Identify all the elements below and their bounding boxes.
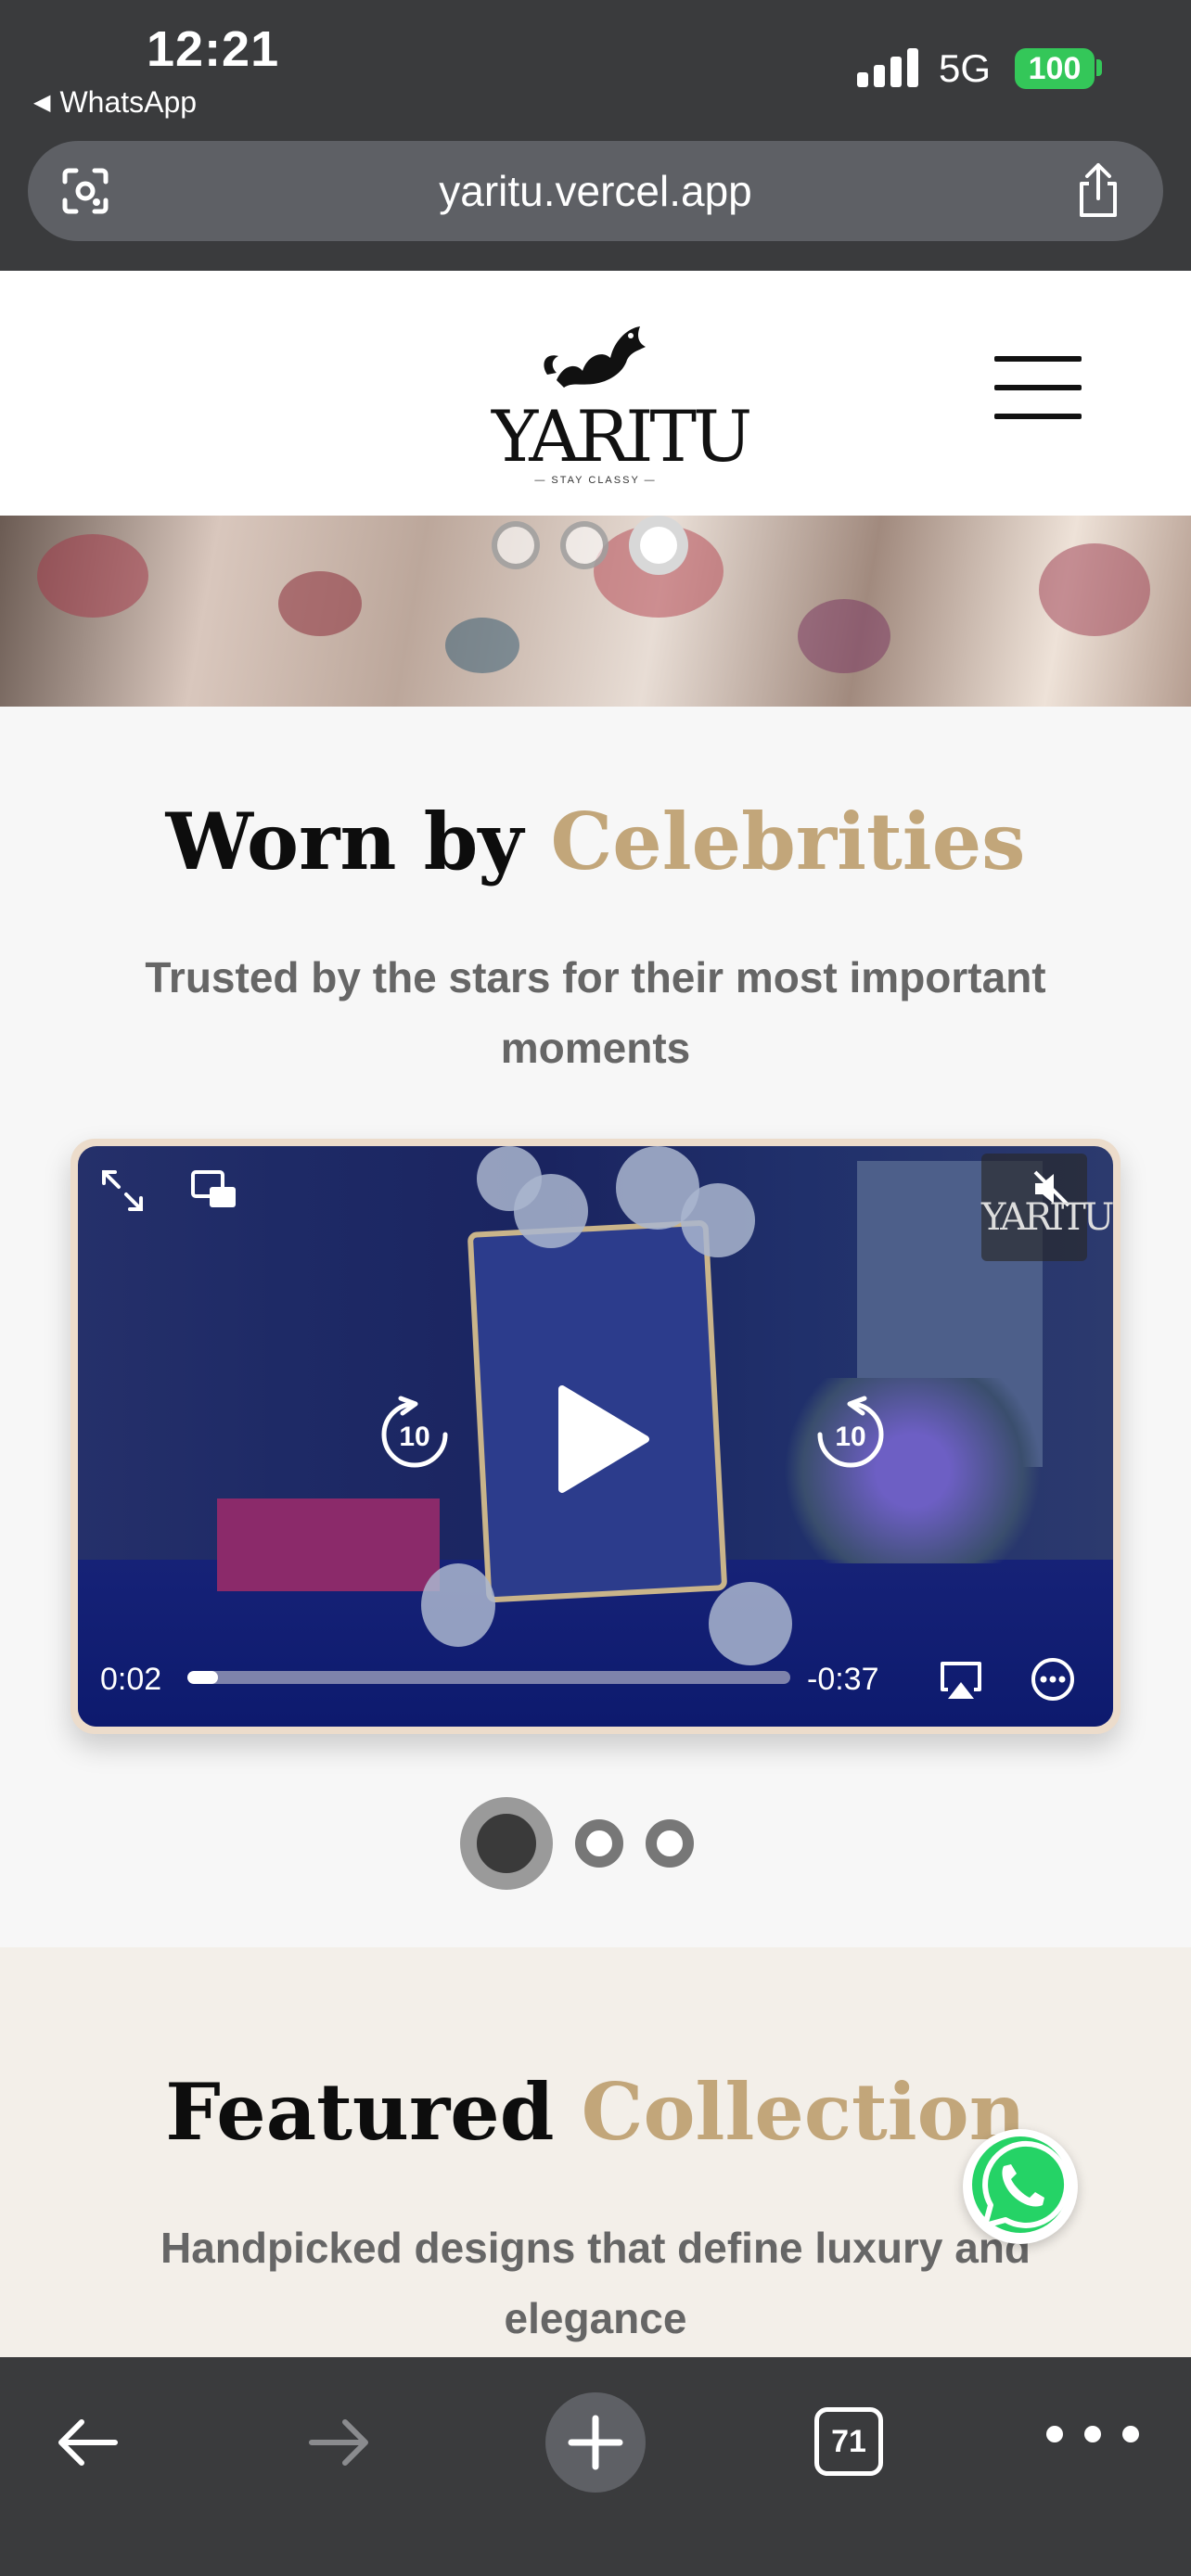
featured-subtitle: Handpicked designs that define luxury an… — [160, 2224, 1031, 2342]
skip-back-seconds: 10 — [399, 1422, 429, 1452]
url-text: yaritu.vercel.app — [439, 167, 752, 215]
status-bar: 12:21 ◀ WhatsApp 5G 100 yaritu.vercel.ap… — [0, 0, 1191, 271]
video-watermark: YARITU — [981, 1196, 1113, 1239]
celebrity-video-card: YARITU 10 10 0:02 -0:37 — [70, 1139, 1121, 1734]
status-time: 12:21 — [147, 21, 280, 77]
video-dot-3[interactable] — [646, 1819, 694, 1868]
mute-button[interactable]: YARITU — [981, 1154, 1113, 1261]
celebrities-title-accent: Celebrities — [550, 796, 1026, 887]
menu-hamburger-icon[interactable] — [994, 356, 1082, 419]
battery-nub — [1096, 59, 1102, 76]
video-progress-fill — [187, 1671, 218, 1684]
more-options-icon[interactable] — [1030, 1656, 1076, 1702]
celebrities-title-main: Worn by — [165, 796, 551, 887]
skip-forward-seconds: 10 — [835, 1422, 865, 1452]
featured-title-main: Featured — [165, 2066, 582, 2158]
back-triangle-icon: ◀ — [33, 90, 51, 115]
play-icon[interactable] — [549, 1384, 651, 1495]
celebrity-video-player[interactable]: YARITU 10 10 0:02 -0:37 — [78, 1146, 1113, 1727]
new-tab-button[interactable] — [545, 2392, 646, 2493]
hero-carousel-dots — [492, 516, 688, 575]
back-to-app-link[interactable]: ◀ WhatsApp — [33, 85, 197, 120]
celebrities-title: Worn by Celebrities — [0, 796, 1191, 887]
whatsapp-chat-button[interactable] — [963, 2129, 1078, 2244]
video-progress-bar[interactable] — [187, 1671, 790, 1684]
video-remaining-time: -0:37 — [807, 1662, 879, 1697]
hero-dot-1[interactable] — [492, 521, 540, 569]
skip-forward-icon[interactable]: 10 — [811, 1395, 890, 1474]
plus-icon — [568, 2415, 623, 2470]
battery-icon: 100 — [1015, 48, 1095, 89]
logo-tagline: — STAY CLASSY — — [534, 475, 657, 486]
video-carousel-dots — [460, 1797, 694, 1890]
horse-logo-icon — [544, 326, 646, 388]
signal-icon — [857, 46, 918, 87]
video-dot-1[interactable] — [460, 1797, 553, 1890]
network-label: 5G — [939, 46, 992, 90]
featured-title-accent: Collection — [581, 2066, 1026, 2158]
tabs-count-button[interactable]: 71 — [814, 2407, 883, 2476]
whatsapp-icon — [972, 2136, 1070, 2233]
celebrities-subtitle: Trusted by the stars for their most impo… — [145, 953, 1046, 1072]
skip-back-icon[interactable]: 10 — [375, 1395, 455, 1474]
hero-dot-3[interactable] — [629, 516, 688, 575]
airplay-icon[interactable] — [937, 1658, 985, 1702]
fullscreen-icon[interactable] — [98, 1167, 147, 1215]
video-dot-2[interactable] — [575, 1819, 623, 1868]
picture-in-picture-icon[interactable] — [189, 1168, 237, 1211]
hero-dot-2[interactable] — [560, 521, 608, 569]
browser-toolbar: 71 — [0, 2357, 1191, 2576]
more-menu-icon[interactable] — [1046, 2426, 1139, 2454]
back-app-label: WhatsApp — [59, 85, 198, 119]
address-bar[interactable]: yaritu.vercel.app — [28, 141, 1163, 241]
back-arrow-icon[interactable] — [54, 2415, 122, 2470]
share-icon[interactable] — [1072, 161, 1124, 221]
brand-logo[interactable]: YARITU — STAY CLASSY — — [492, 299, 752, 486]
logo-wordmark: YARITU — [492, 395, 752, 478]
forward-arrow-icon[interactable] — [304, 2415, 373, 2470]
video-current-time: 0:02 — [100, 1662, 162, 1697]
